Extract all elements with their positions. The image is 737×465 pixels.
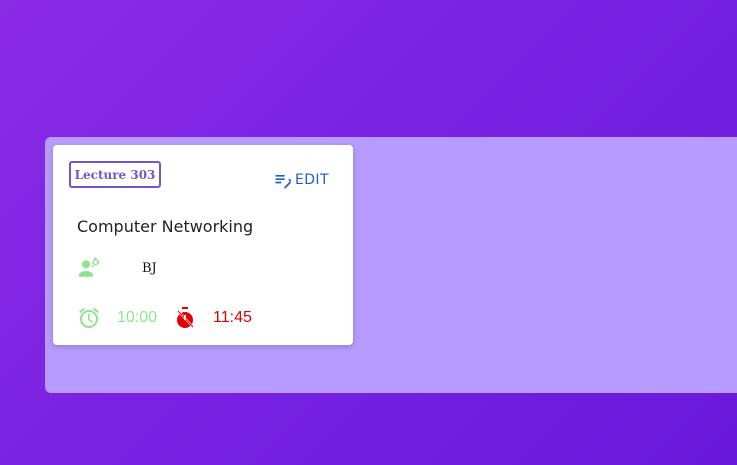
alarm-icon — [77, 306, 101, 330]
edit-button[interactable]: EDIT — [273, 169, 329, 191]
end-time: 11:45 — [213, 309, 252, 326]
start-time: 10:00 — [117, 309, 158, 326]
lecture-badge: Lecture 303 — [69, 161, 161, 188]
lecture-card[interactable]: Lecture 303 EDIT Computer Networking BJ — [53, 145, 353, 345]
teacher-initials: BJ — [142, 260, 157, 276]
course-title: Computer Networking — [77, 217, 254, 236]
edit-note-icon — [273, 170, 293, 190]
timer-off-icon — [173, 306, 197, 330]
edit-label: EDIT — [295, 172, 329, 188]
teacher-icon — [77, 256, 101, 280]
teacher-row: BJ — [77, 255, 157, 281]
time-row: 10:00 11:45 — [77, 305, 252, 331]
